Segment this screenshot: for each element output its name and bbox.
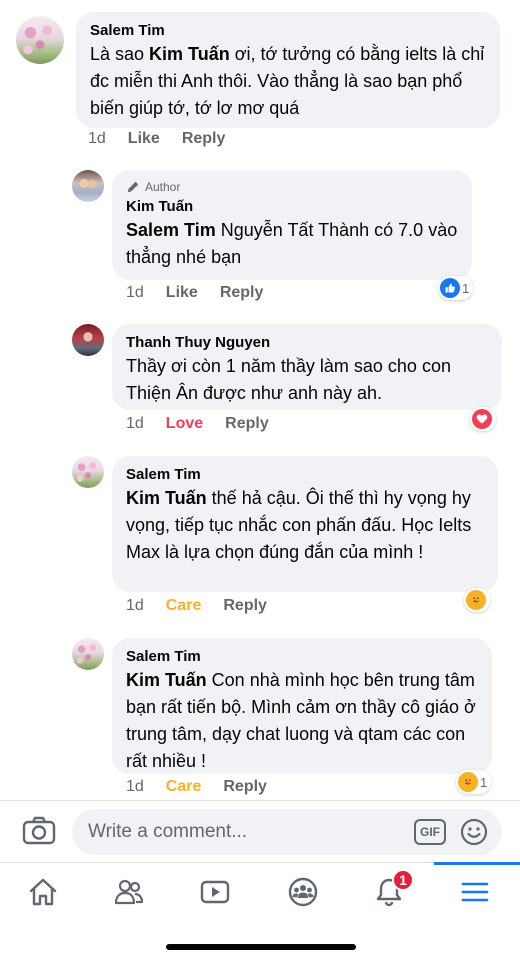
reaction-summary[interactable]	[470, 407, 496, 431]
like-icon	[440, 278, 460, 298]
like-button[interactable]: Like	[128, 130, 160, 148]
mention-link[interactable]: Salem Tim	[126, 220, 216, 240]
reply-button[interactable]: Reply	[182, 130, 226, 148]
comment-bubble[interactable]: Salem Tim Kim Tuấn Con nhà mình học bên …	[112, 638, 492, 774]
comment-time[interactable]: 1d	[126, 778, 144, 796]
comment-box[interactable]: GIF	[72, 809, 502, 855]
avatar[interactable]	[72, 638, 104, 670]
reaction-summary[interactable]	[464, 588, 490, 612]
like-button[interactable]: Like	[166, 284, 198, 302]
love-button[interactable]: Love	[166, 415, 203, 433]
avatar[interactable]	[16, 16, 64, 64]
comment-author[interactable]: Salem Tim	[126, 647, 478, 667]
reply-button[interactable]: Reply	[225, 415, 269, 433]
comment-text: Salem Tim Nguyễn Tất Thành có 7.0 vào th…	[126, 220, 458, 267]
smiley-icon[interactable]	[460, 818, 488, 846]
care-button[interactable]: Care	[166, 778, 202, 796]
tab-menu[interactable]	[432, 862, 520, 921]
comment-actions: 1d Care Reply	[126, 778, 289, 796]
comment-bubble[interactable]: Thanh Thuy Nguyen Thầy ơi còn 1 năm thầy…	[112, 324, 502, 410]
tab-friends[interactable]	[86, 863, 172, 921]
avatar[interactable]	[72, 324, 104, 356]
comment-actions: 1d Like Reply	[126, 284, 285, 302]
camera-icon[interactable]	[22, 815, 56, 845]
comment-actions: 1d Like Reply	[88, 130, 247, 148]
comment-time[interactable]: 1d	[88, 130, 106, 148]
tab-home[interactable]	[0, 863, 86, 921]
care-icon	[458, 772, 478, 792]
comment-text: Thầy ơi còn 1 năm thầy làm sao cho con T…	[126, 356, 451, 403]
love-icon	[472, 409, 492, 429]
comment-actions: 1d Love Reply	[126, 415, 291, 433]
comment-actions: 1d Care Reply	[126, 597, 289, 615]
comment-text: Là sao Kim Tuấn ơi, tớ tưởng có bằng iel…	[90, 44, 485, 118]
mention-link[interactable]: Kim Tuấn	[126, 670, 207, 690]
comment-composer: GIF	[0, 800, 520, 862]
gif-button[interactable]: GIF	[414, 819, 446, 845]
mention-link[interactable]: Kim Tuấn	[126, 488, 207, 508]
menu-icon	[461, 882, 489, 902]
comment-bubble[interactable]: Salem Tim Kim Tuấn thế hả cậu. Ôi thế th…	[112, 456, 498, 592]
tab-notifications[interactable]: 1	[346, 863, 432, 921]
mention-link[interactable]: Kim Tuấn	[149, 44, 230, 64]
comment-author[interactable]: Thanh Thuy Nguyen	[126, 333, 488, 353]
comment-time[interactable]: 1d	[126, 597, 144, 615]
groups-icon	[288, 877, 318, 907]
friends-icon	[114, 879, 144, 905]
home-icon	[29, 878, 57, 906]
comment-text: Kim Tuấn thế hả cậu. Ôi thế thì hy vọng …	[126, 488, 472, 562]
reply-button[interactable]: Reply	[220, 284, 264, 302]
comment-bubble[interactable]: Author Kim Tuấn Salem Tim Nguyễn Tất Thà…	[112, 170, 472, 280]
reply-button[interactable]: Reply	[223, 597, 267, 615]
comment-input[interactable]	[88, 809, 408, 855]
watch-icon	[200, 880, 230, 904]
comment-author[interactable]: Salem Tim	[126, 465, 484, 485]
bottom-tab-bar: 1	[0, 862, 520, 922]
reaction-summary[interactable]: 1	[456, 770, 492, 794]
pencil-icon	[127, 181, 139, 193]
comment-time[interactable]: 1d	[126, 415, 144, 433]
care-icon	[466, 590, 486, 610]
reaction-count: 1	[462, 280, 470, 296]
comment-author[interactable]: Kim Tuấn	[126, 197, 458, 217]
care-button[interactable]: Care	[166, 597, 202, 615]
comment-bubble[interactable]: Salem Tim Là sao Kim Tuấn ơi, tớ tưởng c…	[76, 12, 500, 128]
reaction-count: 1	[480, 774, 488, 790]
comment-thread: Salem Tim Là sao Kim Tuấn ơi, tớ tưởng c…	[0, 0, 520, 800]
tab-groups[interactable]	[260, 863, 346, 921]
avatar[interactable]	[72, 456, 104, 488]
comment-time[interactable]: 1d	[126, 284, 144, 302]
reply-button[interactable]: Reply	[223, 778, 267, 796]
reaction-summary[interactable]: 1	[438, 276, 474, 300]
avatar[interactable]	[72, 170, 104, 202]
comment-text: Kim Tuấn Con nhà mình học bên trung tâm …	[126, 670, 476, 771]
notification-badge: 1	[392, 869, 414, 891]
home-indicator[interactable]	[166, 944, 356, 950]
tab-watch[interactable]	[172, 863, 258, 921]
author-badge: Author	[126, 179, 458, 195]
comment-author[interactable]: Salem Tim	[90, 21, 486, 41]
